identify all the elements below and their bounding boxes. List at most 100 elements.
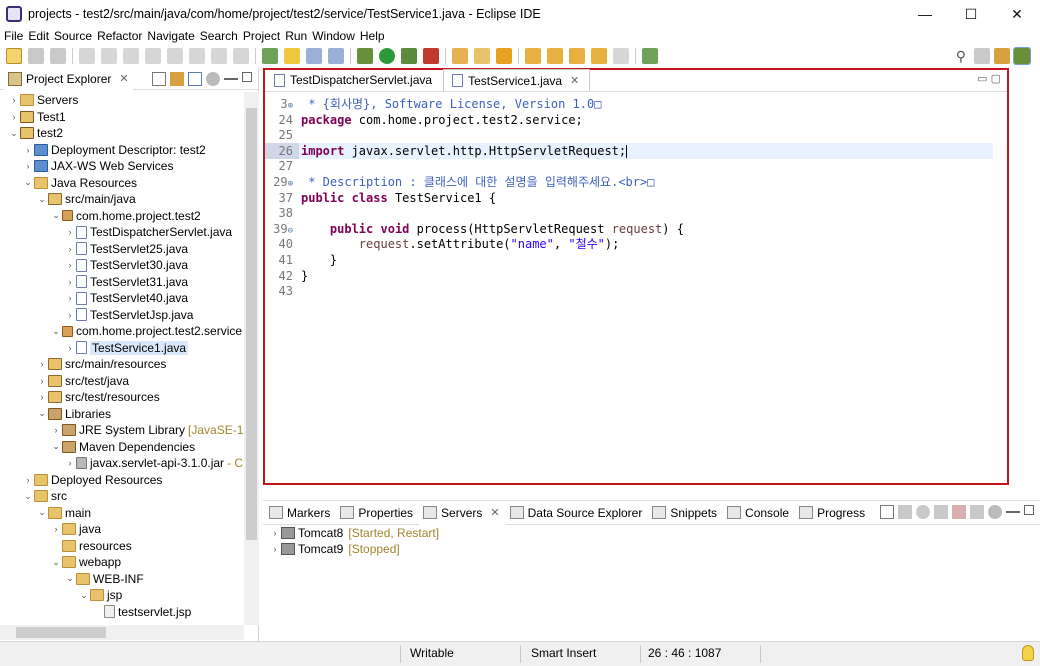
tree-item[interactable]: › TestServletJsp.java bbox=[64, 307, 194, 323]
tree-item[interactable]: ⌄ com.home.project.test2 bbox=[50, 208, 201, 224]
fold-toggle-icon[interactable]: ⊕ bbox=[288, 101, 293, 111]
expand-arrow-icon[interactable]: ⌄ bbox=[50, 441, 62, 452]
code-line[interactable]: * Description : 클래스에 대한 설명을 입력해주세요.<br>□ bbox=[301, 174, 654, 190]
link-with-editor-icon[interactable] bbox=[170, 72, 184, 86]
expand-arrow-icon[interactable]: › bbox=[64, 244, 76, 254]
minimize-button[interactable]: — bbox=[902, 0, 948, 28]
code-lines[interactable]: * {회사명}, Software License, Version 1.0□ p… bbox=[299, 94, 993, 483]
step-over-icon[interactable] bbox=[211, 48, 227, 64]
terminate-icon[interactable] bbox=[145, 48, 161, 64]
code-line[interactable]: public void process(HttpServletRequest r… bbox=[301, 221, 684, 237]
tree-item[interactable]: › javax.servlet-api-3.1.0.jar- C:\W bbox=[64, 455, 245, 471]
suspend-icon[interactable] bbox=[123, 48, 139, 64]
tab-markers[interactable]: Markers bbox=[265, 501, 336, 525]
previous-annotation-icon[interactable] bbox=[547, 48, 563, 64]
save-icon[interactable] bbox=[28, 48, 44, 64]
menu-navigate[interactable]: Navigate bbox=[147, 29, 194, 43]
profile-server-icon[interactable] bbox=[934, 505, 948, 519]
code-line[interactable]: package com.home.project.test2.service; bbox=[301, 112, 583, 128]
tab-testservice1[interactable]: TestService1.java ✕ bbox=[443, 69, 591, 91]
menu-search[interactable]: Search bbox=[200, 29, 238, 43]
scrollbar-thumb[interactable] bbox=[246, 108, 257, 540]
tab-testdispatcherservlet[interactable]: TestDispatcherServlet.java bbox=[265, 69, 443, 91]
tab-data-source-explorer[interactable]: Data Source Explorer bbox=[506, 501, 649, 525]
maximize-view-icon[interactable] bbox=[1024, 505, 1034, 515]
expand-arrow-icon[interactable]: › bbox=[36, 359, 48, 369]
tree-item[interactable]: › JRE System Library[JavaSE-1.8] bbox=[50, 422, 245, 438]
expand-arrow-icon[interactable]: › bbox=[22, 145, 34, 155]
step-return-icon[interactable] bbox=[233, 48, 249, 64]
tree-item[interactable]: › Test1 bbox=[8, 109, 66, 125]
expand-arrow-icon[interactable]: ⌄ bbox=[64, 573, 76, 584]
tree-item[interactable]: ⌄ main bbox=[36, 505, 91, 521]
code-line[interactable]: public class TestService1 { bbox=[301, 190, 496, 206]
tree-item[interactable]: › src/test/resources bbox=[36, 389, 160, 405]
server-row-tomcat9[interactable]: › Tomcat9 [Stopped] bbox=[269, 541, 400, 557]
tree-item[interactable]: ⌄ jsp bbox=[78, 587, 122, 603]
menu-refactor[interactable]: Refactor bbox=[97, 29, 142, 43]
menu-run[interactable]: Run bbox=[285, 29, 307, 43]
new-icon[interactable] bbox=[6, 48, 22, 64]
menu-window[interactable]: Window bbox=[312, 29, 355, 43]
tree-item[interactable]: ⌄ com.home.project.test2.service bbox=[50, 323, 242, 339]
menu-source[interactable]: Source bbox=[54, 29, 92, 43]
tree-item[interactable]: › TestDispatcherServlet.java bbox=[64, 224, 233, 240]
save-all-icon[interactable] bbox=[50, 48, 66, 64]
code-line[interactable]: } bbox=[301, 252, 337, 268]
expand-arrow-icon[interactable]: › bbox=[64, 260, 76, 270]
code-line[interactable]: * {회사명}, Software License, Version 1.0□ bbox=[301, 96, 601, 112]
code-line[interactable]: request.setAttribute("name", "철수"); bbox=[301, 236, 620, 252]
tree-item[interactable]: › Servers bbox=[8, 92, 79, 108]
expand-arrow-icon[interactable]: ⌄ bbox=[50, 210, 62, 221]
tab-progress[interactable]: Progress bbox=[795, 501, 871, 525]
tree-item[interactable]: ⌄ Maven Dependencies bbox=[50, 439, 195, 455]
expand-arrow-icon[interactable]: ⌄ bbox=[78, 590, 90, 601]
tree-item[interactable]: ⌄ src bbox=[22, 488, 67, 504]
lightbulb-icon[interactable] bbox=[1022, 645, 1034, 661]
close-icon[interactable]: ✕ bbox=[490, 506, 499, 519]
mark-occurrences-icon[interactable] bbox=[284, 48, 300, 64]
expand-arrow-icon[interactable]: ⌄ bbox=[22, 177, 34, 188]
publish-icon[interactable] bbox=[970, 505, 984, 519]
tree-item[interactable]: ⌄ src/main/java bbox=[36, 191, 135, 207]
expand-arrow-icon[interactable]: › bbox=[64, 343, 76, 353]
external-tools-icon[interactable] bbox=[423, 48, 439, 64]
menu-edit[interactable]: Edit bbox=[28, 29, 49, 43]
tree-item[interactable]: › java bbox=[50, 521, 102, 537]
pin-editor-icon[interactable] bbox=[642, 48, 658, 64]
run-icon[interactable] bbox=[379, 48, 395, 64]
expand-arrow-icon[interactable]: › bbox=[64, 277, 76, 287]
tree-vertical-scrollbar[interactable] bbox=[244, 92, 259, 625]
java-ee-perspective-icon[interactable] bbox=[994, 48, 1010, 64]
resume-icon[interactable] bbox=[101, 48, 117, 64]
tree-item[interactable]: › TestServlet25.java bbox=[64, 241, 189, 257]
fold-toggle-icon[interactable]: ⊖ bbox=[288, 226, 293, 236]
new-java-package-icon[interactable] bbox=[452, 48, 468, 64]
expand-arrow-icon[interactable]: › bbox=[64, 227, 76, 237]
expand-arrow-icon[interactable]: › bbox=[64, 458, 76, 468]
tab-snippets[interactable]: Snippets bbox=[648, 501, 723, 525]
expand-arrow-icon[interactable]: › bbox=[64, 293, 76, 303]
editor-min-max-icon[interactable]: ▭ ▢ bbox=[977, 72, 1001, 85]
tree-item[interactable]: resources bbox=[50, 538, 132, 554]
tree-item[interactable]: › Deployment Descriptor: test2 bbox=[22, 142, 206, 158]
maximize-button[interactable]: ☐ bbox=[948, 0, 994, 28]
tree-item[interactable]: ⌄ test2 bbox=[8, 125, 63, 141]
expand-arrow-icon[interactable]: ⌄ bbox=[36, 194, 48, 205]
open-perspective-icon[interactable] bbox=[974, 48, 990, 64]
expand-arrow-icon[interactable]: ⌄ bbox=[36, 507, 48, 518]
expand-arrow-icon[interactable]: › bbox=[50, 425, 62, 435]
tree-item[interactable]: › src/main/resources bbox=[36, 356, 167, 372]
close-button[interactable]: ✕ bbox=[994, 0, 1040, 28]
expand-arrow-icon[interactable]: › bbox=[8, 95, 20, 105]
coverage-icon[interactable] bbox=[401, 48, 417, 64]
expand-arrow-icon[interactable]: ⌄ bbox=[22, 491, 34, 502]
step-into-icon[interactable] bbox=[189, 48, 205, 64]
block-selection-icon[interactable] bbox=[306, 48, 322, 64]
tree-item[interactable]: › src/test/java bbox=[36, 373, 130, 389]
next-annotation-icon[interactable] bbox=[525, 48, 541, 64]
tree-item[interactable]: › TestServlet30.java bbox=[64, 257, 189, 273]
expand-arrow-icon[interactable]: › bbox=[22, 475, 34, 485]
expand-arrow-icon[interactable]: › bbox=[22, 161, 34, 171]
skip-breakpoints-icon[interactable] bbox=[79, 48, 95, 64]
